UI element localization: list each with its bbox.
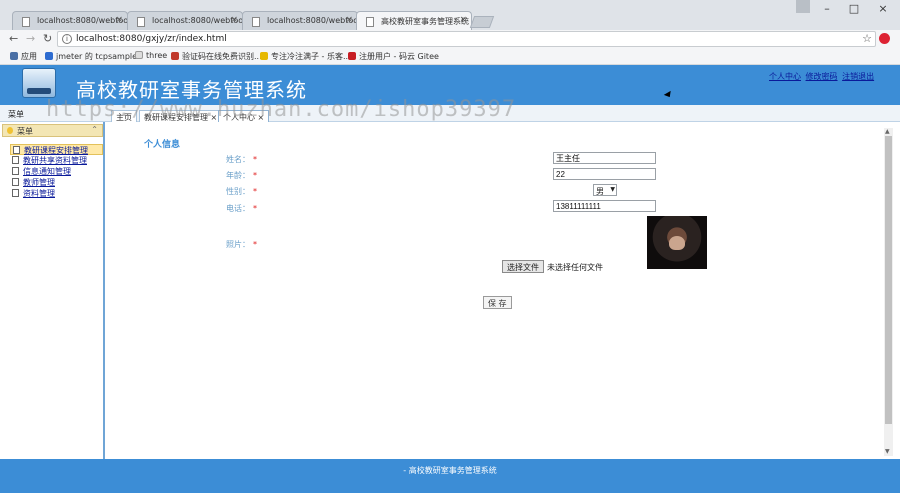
age-label: 年龄： *: [226, 171, 257, 180]
gitee-icon: [348, 52, 356, 60]
page-icon: [137, 17, 145, 27]
forward-icon[interactable]: →: [26, 32, 35, 45]
sidebar-item-notifications[interactable]: 信息通知管理: [10, 166, 103, 177]
shield-icon: [45, 52, 53, 60]
document-icon: [12, 156, 19, 164]
header-links: 个人中心 修改密码 注销退出: [769, 71, 876, 82]
close-icon[interactable]: ×: [459, 15, 467, 25]
name-label: 姓名： *: [226, 155, 257, 164]
scrollbar-thumb[interactable]: [885, 136, 892, 424]
personal-center-link[interactable]: 个人中心: [769, 72, 801, 81]
document-icon: [12, 167, 19, 175]
back-icon[interactable]: ←: [9, 32, 18, 45]
browser-tab-title: localhost:8080/webtoo: [267, 16, 358, 25]
scroll-down-icon[interactable]: ▼: [885, 448, 890, 455]
document-icon: [12, 189, 19, 197]
collapse-icon[interactable]: ⌃: [91, 125, 98, 134]
browser-tab-title: localhost:8080/webtoo: [152, 16, 243, 25]
app-title: 高校教研室事务管理系统: [76, 78, 307, 102]
phone-label: 电话： *: [226, 204, 257, 213]
chevron-down-icon: ▼: [610, 186, 615, 193]
minimize-icon[interactable]: –: [820, 2, 834, 15]
footer-text: - 高校教研室事务管理系统: [403, 466, 497, 475]
sidebar-item-course-schedule[interactable]: 教研课程安排管理: [10, 144, 103, 155]
sidebar-item-shared-materials[interactable]: 教研共享资料管理: [10, 155, 103, 166]
close-icon[interactable]: ×: [115, 15, 123, 25]
gender-select[interactable]: 男 ▼: [593, 184, 617, 196]
sidebar-menu: 教研课程安排管理 教研共享资料管理 信息通知管理 教师管理 资料管理: [10, 144, 103, 199]
address-bar: ← → ↻ i localhost:8080/gxjy/zr/index.htm…: [0, 30, 900, 48]
profile-icon[interactable]: [796, 0, 810, 13]
sidebar-item-materials[interactable]: 资料管理: [10, 188, 103, 199]
document-icon: [13, 146, 20, 154]
url-input[interactable]: i localhost:8080/gxjy/zr/index.html ☆: [57, 31, 876, 47]
close-icon[interactable]: ×: [230, 15, 238, 25]
bookmarks-bar: 应用 jmeter 的 tcpsample three 验证码在线免费识别...…: [0, 48, 900, 65]
browser-tab-title: 高校教研室事务管理系统: [381, 17, 469, 26]
age-field[interactable]: [553, 168, 656, 180]
section-title: 个人信息: [144, 140, 181, 150]
hand-icon: [260, 52, 268, 60]
close-icon[interactable]: ×: [345, 15, 353, 25]
phone-field[interactable]: [553, 200, 656, 212]
tab-home[interactable]: 主页: [111, 110, 137, 122]
page-icon: [366, 17, 374, 27]
choose-file-button[interactable]: 选择文件: [502, 260, 544, 273]
bookmark-item[interactable]: three: [135, 51, 167, 60]
app-header: 高校教研室事务管理系统 个人中心 修改密码 注销退出: [0, 65, 900, 105]
name-field[interactable]: [553, 152, 656, 164]
info-icon[interactable]: i: [62, 34, 72, 44]
logout-link[interactable]: 注销退出: [842, 72, 874, 81]
sidebar-item-teachers[interactable]: 教师管理: [10, 177, 103, 188]
window-close-icon[interactable]: ×: [876, 2, 890, 15]
new-tab-button[interactable]: [469, 16, 495, 28]
reload-icon[interactable]: ↻: [43, 32, 52, 45]
badge-icon: [171, 52, 179, 60]
browser-tab[interactable]: localhost:8080/webtoo ×: [127, 11, 243, 30]
main-content: 个人信息 姓名：* 年龄：* 性别：* 男▼ 电话：* 照片：* 选择文件 未选…: [107, 122, 893, 459]
photo-label: 照片： *: [226, 240, 257, 249]
menu-label: 菜单: [8, 110, 24, 119]
browser-tab[interactable]: localhost:8080/webtoo ×: [12, 11, 128, 30]
page-icon: [22, 17, 30, 27]
bookmark-item[interactable]: 注册用户 - 码云 Gitee: [348, 51, 439, 62]
bookmark-item[interactable]: 验证码在线免费识别...: [171, 51, 262, 62]
scroll-up-icon[interactable]: ▲: [885, 128, 890, 135]
sidebar: 菜单 ⌃ 教研课程安排管理 教研共享资料管理 信息通知管理 教师管理 资料管理: [0, 122, 105, 459]
bookmark-item[interactable]: jmeter 的 tcpsample: [45, 51, 137, 62]
required-mark: *: [253, 187, 257, 196]
bookmark-item[interactable]: 专注冷注满子 - 乐客...: [260, 51, 351, 62]
document-icon: [12, 178, 19, 186]
apps-grid-icon: [10, 52, 18, 60]
tab-personal-center[interactable]: 个人中心 ×: [218, 110, 270, 122]
browser-tab[interactable]: localhost:8080/webtoo ×: [242, 11, 358, 30]
browser-tabstrip: localhost:8080/webtoo × localhost:8080/w…: [0, 0, 900, 30]
extension-icon[interactable]: [879, 33, 890, 44]
change-password-link[interactable]: 修改密码: [806, 72, 838, 81]
footer: - 高校教研室事务管理系统: [0, 459, 900, 493]
tab-course-schedule[interactable]: 教研课程安排管理 ×: [139, 110, 223, 122]
app-logo: [22, 68, 56, 98]
scrollbar[interactable]: ▲ ▼: [884, 128, 893, 456]
bulb-icon: [7, 127, 13, 134]
browser-tab-title: localhost:8080/webtoo: [37, 16, 128, 25]
page-icon: [135, 51, 143, 59]
file-status: 未选择任何文件: [547, 263, 603, 272]
gender-label: 性别： *: [226, 187, 257, 196]
url-text: localhost:8080/gxjy/zr/index.html: [76, 34, 227, 44]
bookmark-star-icon[interactable]: ☆: [862, 32, 872, 45]
required-mark: *: [253, 204, 257, 213]
sidebar-header[interactable]: 菜单 ⌃: [2, 124, 103, 137]
required-mark: *: [253, 240, 257, 249]
page-icon: [252, 17, 260, 27]
maximize-icon[interactable]: □: [847, 2, 861, 15]
required-mark: *: [253, 155, 257, 164]
sidebar-title: 菜单: [17, 127, 33, 136]
save-button[interactable]: 保 存: [483, 296, 512, 309]
avatar: [647, 216, 707, 269]
bookmark-apps[interactable]: 应用: [10, 51, 37, 62]
browser-tab-active[interactable]: 高校教研室事务管理系统 ×: [356, 11, 472, 30]
required-mark: *: [253, 171, 257, 180]
content-tab-bar: 菜单 主页 教研课程安排管理 × 个人中心 ×: [0, 105, 900, 122]
